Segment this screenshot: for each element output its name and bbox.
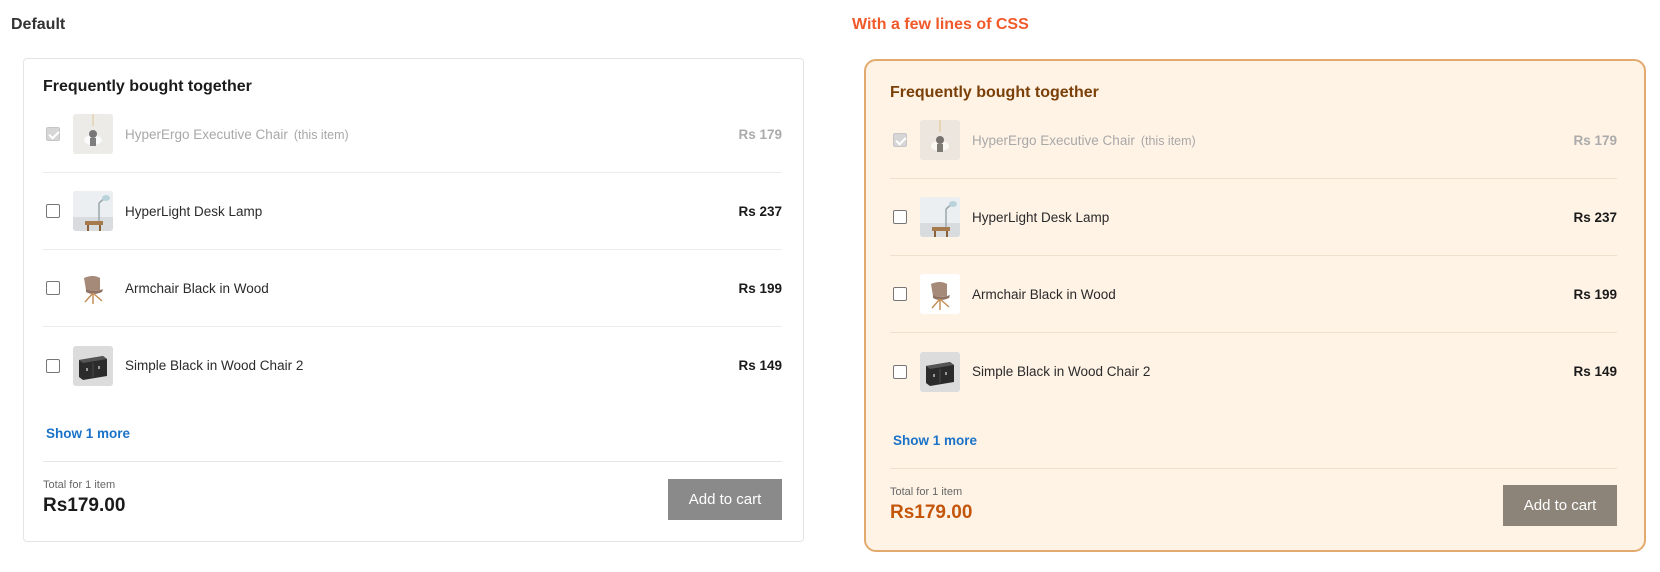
item-price: Rs 199 [1573,286,1617,302]
show-more-link[interactable]: Show 1 more [893,433,977,448]
list-item: HyperLight Desk Lamp Rs 237 [43,173,782,250]
armchair-thumbnail [73,268,113,308]
item-checkbox[interactable] [893,287,907,301]
item-checkbox[interactable] [46,127,60,141]
total-label: Total for 1 item [890,486,963,498]
item-price: Rs 149 [1573,364,1617,379]
frequently-bought-widget-styled: Frequently bought together HyperErgo Exe… [864,59,1646,552]
item-name: Simple Black in Wood Chair 2 [125,358,304,373]
item-checkbox[interactable] [46,358,60,373]
item-checkbox[interactable] [893,133,907,147]
item-checkbox[interactable] [46,281,60,295]
chair-pendant-thumbnail [920,120,960,160]
item-name: HyperLight Desk Lamp [125,203,263,219]
item-name: HyperLight Desk Lamp [972,209,1110,225]
chair-pendant-thumbnail [73,114,113,154]
black-cabinet-thumbnail [73,345,113,386]
show-more-link[interactable]: Show 1 more [46,426,130,441]
widget-heading: Frequently bought together [890,84,1099,101]
total-label: Total for 1 item [43,479,116,491]
desk-lamp-thumbnail [920,197,960,237]
item-name: Simple Black in Wood Chair 2 [972,364,1151,379]
item-name: Armchair Black in Wood [972,286,1116,302]
section-title-styled: With a few lines of CSS [852,16,1029,33]
desk-lamp-thumbnail [73,191,113,231]
divider [43,461,782,462]
list-item: HyperLight Desk Lamp Rs 237 [890,179,1617,256]
list-item: Simple Black in Wood Chair 2 Rs 149 [43,327,782,404]
black-cabinet-thumbnail [920,351,960,392]
item-price: Rs 179 [738,126,782,142]
item-name: HyperErgo Executive Chair (this item) [125,126,349,142]
item-checkbox[interactable] [893,210,907,224]
list-item: HyperErgo Executive Chair (this item) Rs … [43,96,782,173]
divider [890,468,1617,469]
total-value: Rs179.00 [890,502,973,523]
widget-heading: Frequently bought together [43,78,252,95]
item-name: HyperErgo Executive Chair (this item) [972,132,1196,148]
section-title-default: Default [11,16,66,33]
item-price: Rs 149 [738,358,782,373]
list-item: HyperErgo Executive Chair (this item) Rs … [890,102,1617,179]
list-item: Armchair Black in Wood Rs 199 [890,256,1617,333]
list-item: Armchair Black in Wood Rs 199 [43,250,782,327]
frequently-bought-widget-default: Frequently bought together HyperErgo Exe… [23,58,804,542]
list-item: Simple Black in Wood Chair 2 Rs 149 [890,333,1617,410]
item-price: Rs 179 [1573,132,1617,148]
item-price: Rs 199 [738,280,782,296]
item-checkbox[interactable] [893,364,907,379]
item-checkbox[interactable] [46,204,60,218]
add-to-cart-button[interactable]: Add to cart [1503,485,1617,526]
item-price: Rs 237 [738,203,782,219]
armchair-thumbnail [920,274,960,314]
item-price: Rs 237 [1573,209,1617,225]
total-value: Rs179.00 [43,495,126,516]
add-to-cart-button[interactable]: Add to cart [668,479,782,520]
item-name: Armchair Black in Wood [125,280,269,296]
